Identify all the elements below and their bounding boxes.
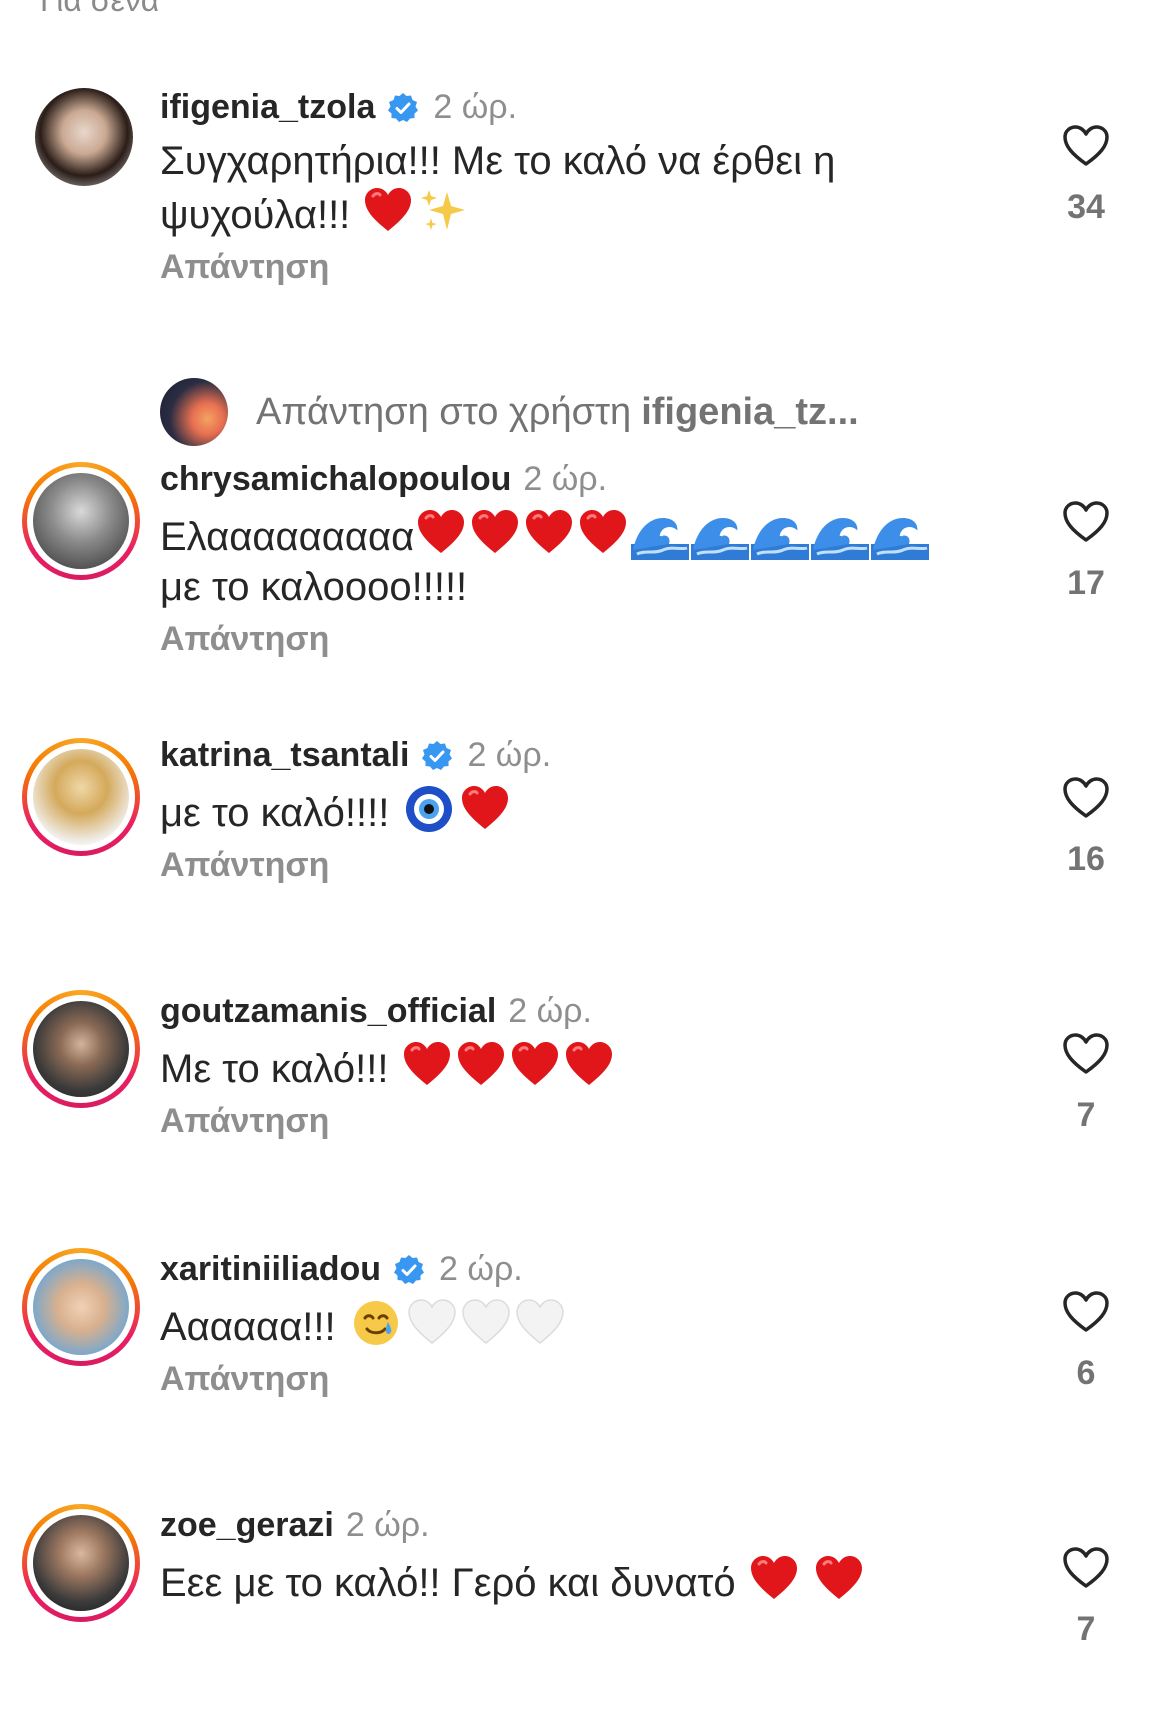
comment-text-line-2: ψυχούλα!!! bbox=[160, 186, 960, 240]
wave-icon bbox=[631, 510, 689, 560]
like-count: 17 bbox=[1067, 564, 1105, 602]
timestamp: 2 ώρ. bbox=[345, 1506, 430, 1544]
wave-icon bbox=[811, 510, 869, 560]
comment-text-segment: με το καλό!!!! bbox=[160, 791, 390, 835]
red-heart-icon bbox=[564, 1040, 614, 1090]
reply-button[interactable]: Απάντηση bbox=[160, 1102, 329, 1141]
timestamp: 2 ώρ. bbox=[467, 736, 552, 774]
comment-text: Με το καλό!!! bbox=[160, 1040, 960, 1094]
comment-text-line: με το καλό!!!! bbox=[160, 784, 960, 838]
avatar[interactable] bbox=[22, 1504, 140, 1622]
reply-button[interactable]: Απάντηση bbox=[160, 620, 329, 659]
red-heart-icon bbox=[510, 1040, 560, 1090]
red-heart-icon bbox=[456, 1040, 506, 1090]
avatar[interactable] bbox=[35, 88, 133, 186]
like-count: 7 bbox=[1076, 1610, 1096, 1648]
reply-button[interactable]: Απάντηση bbox=[160, 1360, 329, 1399]
red-heart-icon bbox=[402, 1040, 452, 1090]
comment-text-segment: Με το καλό!!! bbox=[160, 1047, 389, 1091]
red-heart-icon bbox=[814, 1554, 864, 1604]
comment-header: katrina_tsantali 2 ώρ. bbox=[160, 736, 551, 775]
reply-button[interactable]: Απάντηση bbox=[160, 248, 329, 287]
avatar[interactable] bbox=[22, 738, 140, 856]
white-heart-icon bbox=[407, 1298, 457, 1348]
partial-top-text: Για σένα bbox=[40, 0, 160, 18]
comment-text-segment: Ελααααααααα bbox=[160, 515, 415, 559]
wave-icon bbox=[691, 510, 749, 560]
red-heart-icon bbox=[460, 784, 510, 834]
heart-outline-icon[interactable] bbox=[1062, 776, 1110, 820]
heart-outline-icon[interactable] bbox=[1062, 1546, 1110, 1590]
like-count: 6 bbox=[1076, 1354, 1096, 1392]
comment-text-segment: Εεε με το καλό!! Γερό και δυνατό bbox=[160, 1561, 736, 1605]
comment-text: Εεε με το καλό!! Γερό και δυνατό bbox=[160, 1554, 960, 1608]
sparkles-icon bbox=[419, 186, 469, 236]
avatar[interactable] bbox=[22, 462, 140, 580]
smiling-face-with-tear-icon bbox=[351, 1298, 401, 1348]
heart-outline-icon[interactable] bbox=[1062, 500, 1110, 544]
username[interactable]: goutzamanis_official bbox=[160, 992, 496, 1031]
avatar[interactable] bbox=[22, 990, 140, 1108]
username[interactable]: chrysamichalopoulou bbox=[160, 460, 511, 499]
comment-header: ifigenia_tzola 2 ώρ. bbox=[160, 88, 517, 127]
like-button[interactable]: 7 bbox=[1058, 1032, 1114, 1135]
red-heart-icon bbox=[363, 186, 413, 236]
timestamp: 2 ώρ. bbox=[439, 1250, 523, 1288]
timestamp: 2 ώρ. bbox=[508, 992, 592, 1030]
verified-badge-icon bbox=[393, 1254, 425, 1286]
comment-text: Αααααα!!! bbox=[160, 1298, 960, 1352]
reply-button[interactable]: Απάντηση bbox=[160, 846, 329, 885]
white-heart-icon bbox=[515, 1298, 565, 1348]
comment-header: chrysamichalopoulou 2 ώρ. bbox=[160, 460, 607, 499]
comment-text-segment: Αααααα!!! bbox=[160, 1305, 336, 1349]
nazar-amulet-icon bbox=[404, 784, 454, 834]
comment-text: Ελααααααααα με το καλοooo!!!!! bbox=[160, 508, 960, 612]
username[interactable]: zoe_gerazi bbox=[160, 1506, 334, 1545]
heart-outline-icon[interactable] bbox=[1062, 124, 1110, 168]
like-count: 34 bbox=[1067, 188, 1105, 226]
username[interactable]: katrina_tsantali bbox=[160, 736, 409, 775]
red-heart-icon bbox=[470, 508, 520, 558]
comment-text: με το καλό!!!! bbox=[160, 784, 960, 838]
verified-badge-icon bbox=[421, 740, 453, 772]
reply-avatar bbox=[160, 378, 228, 446]
verified-badge-icon bbox=[387, 92, 419, 124]
like-count: 16 bbox=[1067, 840, 1105, 878]
heart-outline-icon[interactable] bbox=[1062, 1290, 1110, 1334]
like-button[interactable]: 16 bbox=[1058, 776, 1114, 879]
red-heart-icon bbox=[578, 508, 628, 558]
red-heart-icon bbox=[416, 508, 466, 558]
like-count: 7 bbox=[1076, 1096, 1096, 1134]
view-replies-prefix: Απάντηση στο χρήστη bbox=[256, 390, 632, 433]
comment-text-segment: ψυχούλα!!! bbox=[160, 193, 351, 237]
username[interactable]: xaritiniiliadou bbox=[160, 1250, 381, 1289]
red-heart-icon bbox=[524, 508, 574, 558]
heart-outline-icon[interactable] bbox=[1062, 1032, 1110, 1076]
username[interactable]: ifigenia_tzola bbox=[160, 88, 375, 127]
comment-header: zoe_gerazi 2 ώρ. bbox=[160, 1506, 430, 1545]
white-heart-icon bbox=[461, 1298, 511, 1348]
like-button[interactable]: 6 bbox=[1058, 1290, 1114, 1393]
timestamp: 2 ώρ. bbox=[523, 460, 608, 498]
timestamp: 2 ώρ. bbox=[433, 88, 518, 126]
comment-header: xaritiniiliadou 2 ώρ. bbox=[160, 1250, 523, 1289]
avatar[interactable] bbox=[22, 1248, 140, 1366]
comment-header: goutzamanis_official 2 ώρ. bbox=[160, 992, 592, 1031]
comment-text-line: Εεε με το καλό!! Γερό και δυνατό bbox=[160, 1554, 960, 1608]
comment-text-line-2: με το καλοooo!!!!! bbox=[160, 565, 468, 609]
comment-text-line: Ελααααααααα bbox=[160, 508, 960, 562]
comment-text: Συγχαρητήρια!!! Με το καλό να έρθει η ψυ… bbox=[160, 136, 960, 240]
comment-text-line: Με το καλό!!! bbox=[160, 1040, 960, 1094]
like-button[interactable]: 7 bbox=[1058, 1546, 1114, 1649]
wave-icon bbox=[751, 510, 809, 560]
wave-icon bbox=[871, 510, 929, 560]
comment-text-line: Συγχαρητήρια!!! Με το καλό να έρθει η bbox=[160, 139, 836, 183]
like-button[interactable]: 34 bbox=[1058, 124, 1114, 227]
red-heart-icon bbox=[749, 1554, 799, 1604]
like-button[interactable]: 17 bbox=[1058, 500, 1114, 603]
comment-text-line: Αααααα!!! bbox=[160, 1298, 960, 1352]
view-replies-link[interactable]: Απάντηση στο χρήστη ifigenia_tz... bbox=[160, 378, 859, 446]
view-replies-user: ifigenia_tz... bbox=[641, 390, 859, 433]
